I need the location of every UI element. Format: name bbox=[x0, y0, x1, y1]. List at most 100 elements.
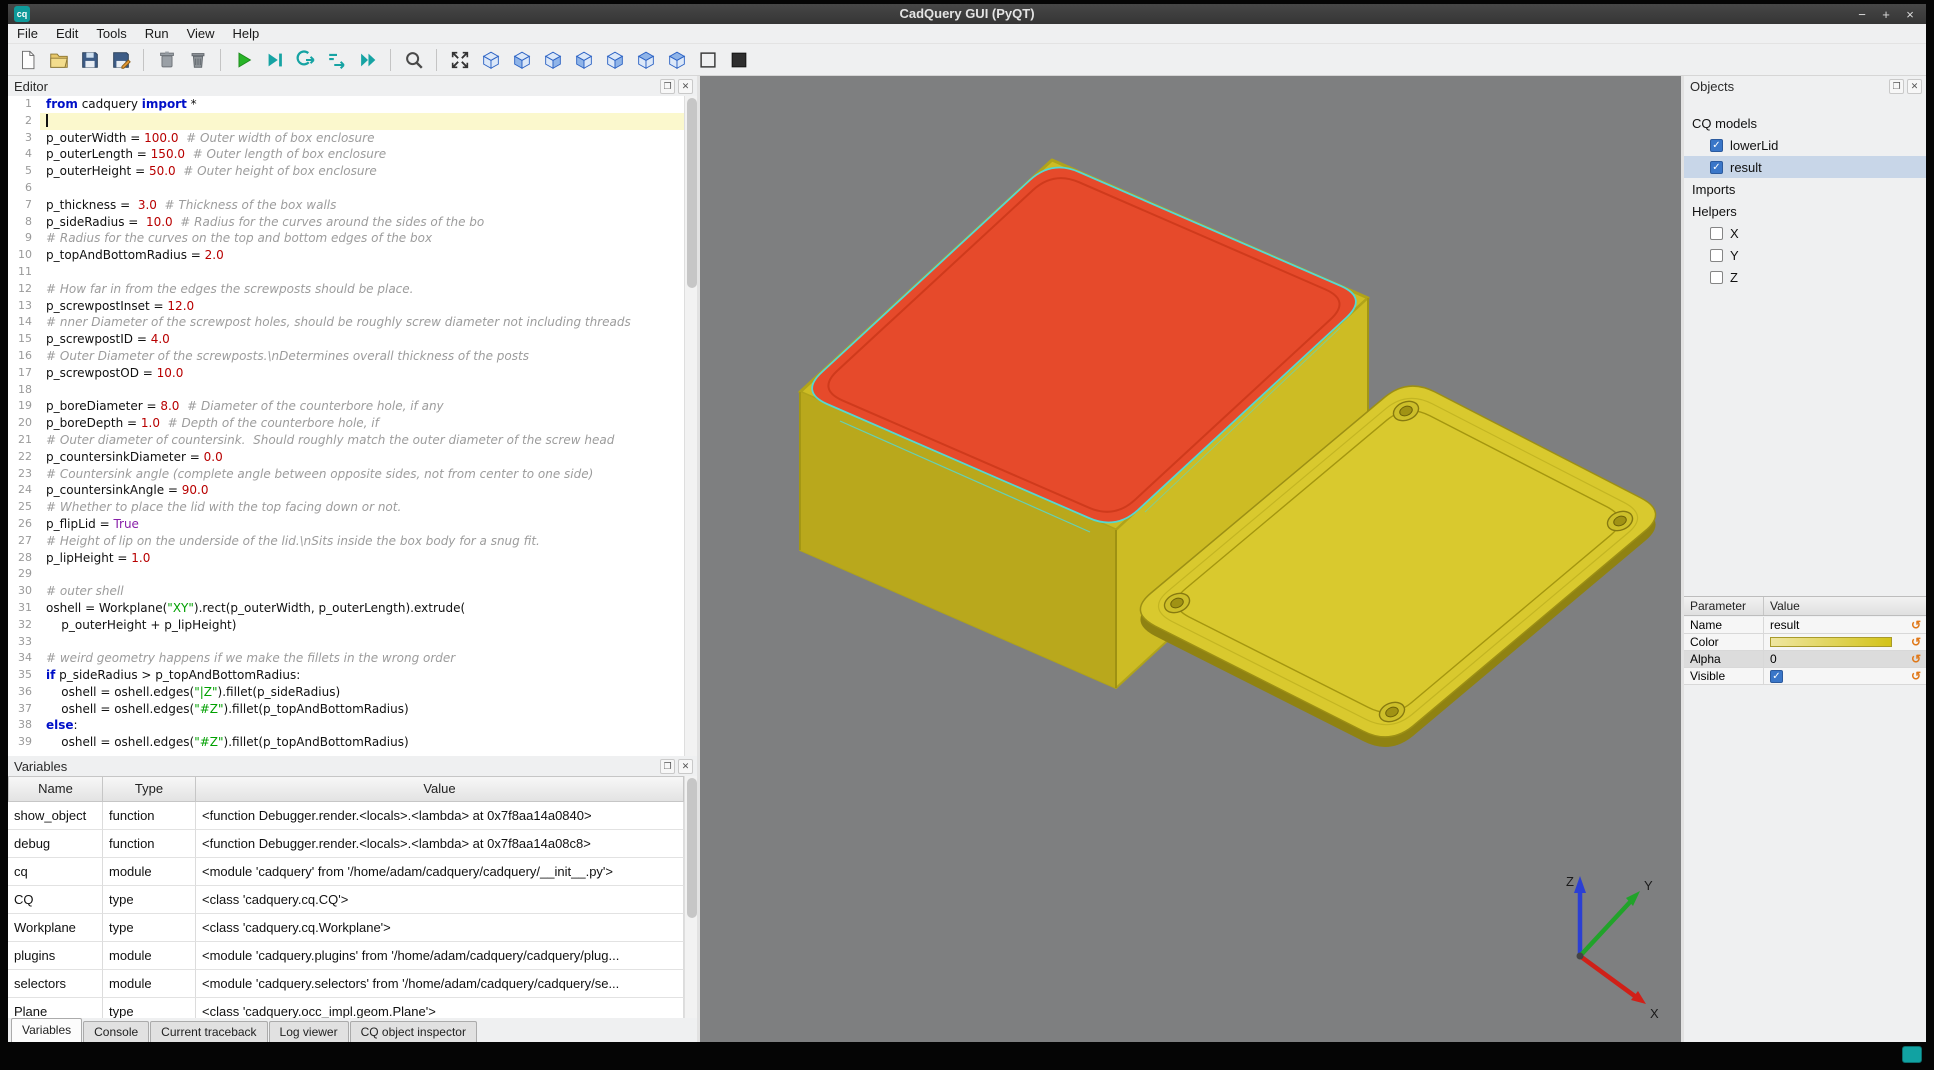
code-line[interactable]: 19p_boreDiameter = 8.0 # Diameter of the… bbox=[8, 398, 697, 415]
reset-parameter-button[interactable]: ↺ bbox=[1906, 669, 1926, 683]
variable-row[interactable]: cqmodule<module 'cadquery' from '/home/a… bbox=[8, 858, 684, 886]
variable-row[interactable]: selectorsmodule<module 'cadquery.selecto… bbox=[8, 970, 684, 998]
visibility-checkbox[interactable]: ✓ bbox=[1710, 161, 1723, 174]
code-line[interactable]: 18 bbox=[8, 382, 697, 399]
code-line[interactable]: 12# How far in from the edges the screwp… bbox=[8, 281, 697, 298]
code-line[interactable]: 37 oshell = oshell.edges("#Z").fillet(p_… bbox=[8, 701, 697, 718]
view-back-icon[interactable] bbox=[539, 46, 566, 73]
variables-scrollbar[interactable] bbox=[684, 776, 697, 1018]
code-line[interactable]: 13p_screwpostInset = 12.0 bbox=[8, 298, 697, 315]
variable-row[interactable]: debugfunction<function Debugger.render.<… bbox=[8, 830, 684, 858]
parameter-row-visible[interactable]: Visible✓↺ bbox=[1684, 668, 1926, 685]
view-right-icon[interactable] bbox=[601, 46, 628, 73]
code-line[interactable]: 31oshell = Workplane("XY").rect(p_outerW… bbox=[8, 600, 697, 617]
visibility-checkbox[interactable]: ✓ bbox=[1710, 139, 1723, 152]
parameter-value[interactable]: 0 bbox=[1764, 652, 1906, 666]
code-line[interactable]: 32 p_outerHeight + p_lipHeight) bbox=[8, 617, 697, 634]
code-line[interactable]: 5p_outerHeight = 50.0 # Outer height of … bbox=[8, 163, 697, 180]
variable-row[interactable]: Workplanetype<class 'cadquery.cq.Workpla… bbox=[8, 914, 684, 942]
column-header-type[interactable]: Type bbox=[103, 776, 196, 802]
reset-parameter-button[interactable]: ↺ bbox=[1906, 618, 1926, 632]
code-line[interactable]: 26p_flipLid = True bbox=[8, 516, 697, 533]
code-line[interactable]: 14# nner Diameter of the screwpost holes… bbox=[8, 314, 697, 331]
code-line[interactable]: 22p_countersinkDiameter = 0.0 bbox=[8, 449, 697, 466]
view-iso-icon[interactable] bbox=[477, 46, 504, 73]
viewport-3d[interactable]: Z Y X bbox=[700, 76, 1681, 1042]
variable-row[interactable]: show_objectfunction<function Debugger.re… bbox=[8, 802, 684, 830]
maximize-button[interactable]: + bbox=[1874, 4, 1898, 24]
save-as-icon[interactable] bbox=[107, 46, 134, 73]
reset-parameter-button[interactable]: ↺ bbox=[1906, 635, 1926, 649]
menu-tools[interactable]: Tools bbox=[87, 24, 135, 43]
code-line[interactable]: 16# Outer Diameter of the screwposts.\nD… bbox=[8, 348, 697, 365]
code-line[interactable]: 11 bbox=[8, 264, 697, 281]
column-header-value[interactable]: Value bbox=[1764, 597, 1926, 615]
code-line[interactable]: 4p_outerLength = 150.0 # Outer length of… bbox=[8, 146, 697, 163]
menu-file[interactable]: File bbox=[8, 24, 47, 43]
code-line[interactable]: 28p_lipHeight = 1.0 bbox=[8, 550, 697, 567]
parameter-value[interactable] bbox=[1764, 637, 1906, 647]
close-panel-icon[interactable]: ✕ bbox=[1907, 79, 1922, 94]
code-line[interactable]: 15p_screwpostID = 4.0 bbox=[8, 331, 697, 348]
code-line[interactable]: 39 oshell = oshell.edges("#Z").fillet(p_… bbox=[8, 734, 697, 751]
code-line[interactable]: 8p_sideRadius = 10.0 # Radius for the cu… bbox=[8, 214, 697, 231]
code-line[interactable]: 20p_boreDepth = 1.0 # Depth of the count… bbox=[8, 415, 697, 432]
tab-current-traceback[interactable]: Current traceback bbox=[150, 1021, 267, 1042]
code-editor[interactable]: 1from cadquery import *23p_outerWidth = … bbox=[8, 96, 697, 756]
variable-row[interactable]: Planetype<class 'cadquery.occ_impl.geom.… bbox=[8, 998, 684, 1018]
open-file-icon[interactable] bbox=[45, 46, 72, 73]
parameter-value[interactable]: result bbox=[1764, 618, 1906, 632]
parameter-row-name[interactable]: Nameresult↺ bbox=[1684, 617, 1926, 634]
debug-script-icon[interactable] bbox=[261, 46, 288, 73]
shaded-icon[interactable] bbox=[725, 46, 752, 73]
variable-row[interactable]: CQtype<class 'cadquery.cq.CQ'> bbox=[8, 886, 684, 914]
float-panel-icon[interactable]: ❐ bbox=[660, 79, 675, 94]
menu-run[interactable]: Run bbox=[136, 24, 178, 43]
float-panel-icon[interactable]: ❐ bbox=[660, 759, 675, 774]
tab-log-viewer[interactable]: Log viewer bbox=[269, 1021, 349, 1042]
parameter-value[interactable]: ✓ bbox=[1764, 670, 1906, 683]
code-line[interactable]: 10p_topAndBottomRadius = 2.0 bbox=[8, 247, 697, 264]
view-bottom-icon[interactable] bbox=[663, 46, 690, 73]
editor-scrollbar-thumb[interactable] bbox=[687, 98, 697, 288]
tab-console[interactable]: Console bbox=[83, 1021, 149, 1042]
fit-view-icon[interactable] bbox=[446, 46, 473, 73]
title-bar[interactable]: cq CadQuery GUI (PyQT) − + × bbox=[8, 4, 1926, 24]
run-script-icon[interactable] bbox=[230, 46, 257, 73]
close-panel-icon[interactable]: ✕ bbox=[678, 79, 693, 94]
close-button[interactable]: × bbox=[1898, 4, 1922, 24]
code-line[interactable]: 35if p_sideRadius > p_topAndBottomRadius… bbox=[8, 667, 697, 684]
view-left-icon[interactable] bbox=[570, 46, 597, 73]
view-top-icon[interactable] bbox=[632, 46, 659, 73]
code-line[interactable]: 34# weird geometry happens if we make th… bbox=[8, 650, 697, 667]
code-line[interactable]: 25# Whether to place the lid with the to… bbox=[8, 499, 697, 516]
tree-item-lowerlid[interactable]: ✓lowerLid bbox=[1684, 134, 1926, 156]
tree-item-helpers[interactable]: Helpers bbox=[1684, 200, 1926, 222]
tree-item-x[interactable]: X bbox=[1684, 222, 1926, 244]
code-line[interactable]: 3p_outerWidth = 100.0 # Outer width of b… bbox=[8, 130, 697, 147]
parameter-row-alpha[interactable]: Alpha0↺ bbox=[1684, 651, 1926, 668]
column-header-name[interactable]: Name bbox=[8, 776, 103, 802]
code-line[interactable]: 6 bbox=[8, 180, 697, 197]
column-header-parameter[interactable]: Parameter bbox=[1684, 597, 1764, 615]
tree-item-result[interactable]: ✓result bbox=[1684, 156, 1926, 178]
clear-icon[interactable] bbox=[153, 46, 180, 73]
tree-item-imports[interactable]: Imports bbox=[1684, 178, 1926, 200]
reset-parameter-button[interactable]: ↺ bbox=[1906, 652, 1926, 666]
tree-item-cq-models[interactable]: CQ models bbox=[1684, 112, 1926, 134]
code-line[interactable]: 36 oshell = oshell.edges("|Z").fillet(p_… bbox=[8, 684, 697, 701]
code-line[interactable]: 21# Outer diameter of countersink. Shoul… bbox=[8, 432, 697, 449]
tab-variables[interactable]: Variables bbox=[11, 1018, 82, 1042]
code-line[interactable]: 1from cadquery import * bbox=[8, 96, 697, 113]
menu-help[interactable]: Help bbox=[224, 24, 269, 43]
variables-scrollbar-thumb[interactable] bbox=[687, 778, 697, 918]
close-panel-icon[interactable]: ✕ bbox=[678, 759, 693, 774]
code-line[interactable]: 17p_screwpostOD = 10.0 bbox=[8, 365, 697, 382]
variable-row[interactable]: pluginsmodule<module 'cadquery.plugins' … bbox=[8, 942, 684, 970]
color-swatch[interactable] bbox=[1770, 637, 1892, 647]
visibility-checkbox[interactable] bbox=[1710, 249, 1723, 262]
save-file-icon[interactable] bbox=[76, 46, 103, 73]
menu-view[interactable]: View bbox=[178, 24, 224, 43]
code-line[interactable]: 33 bbox=[8, 634, 697, 651]
code-line[interactable]: 38else: bbox=[8, 717, 697, 734]
